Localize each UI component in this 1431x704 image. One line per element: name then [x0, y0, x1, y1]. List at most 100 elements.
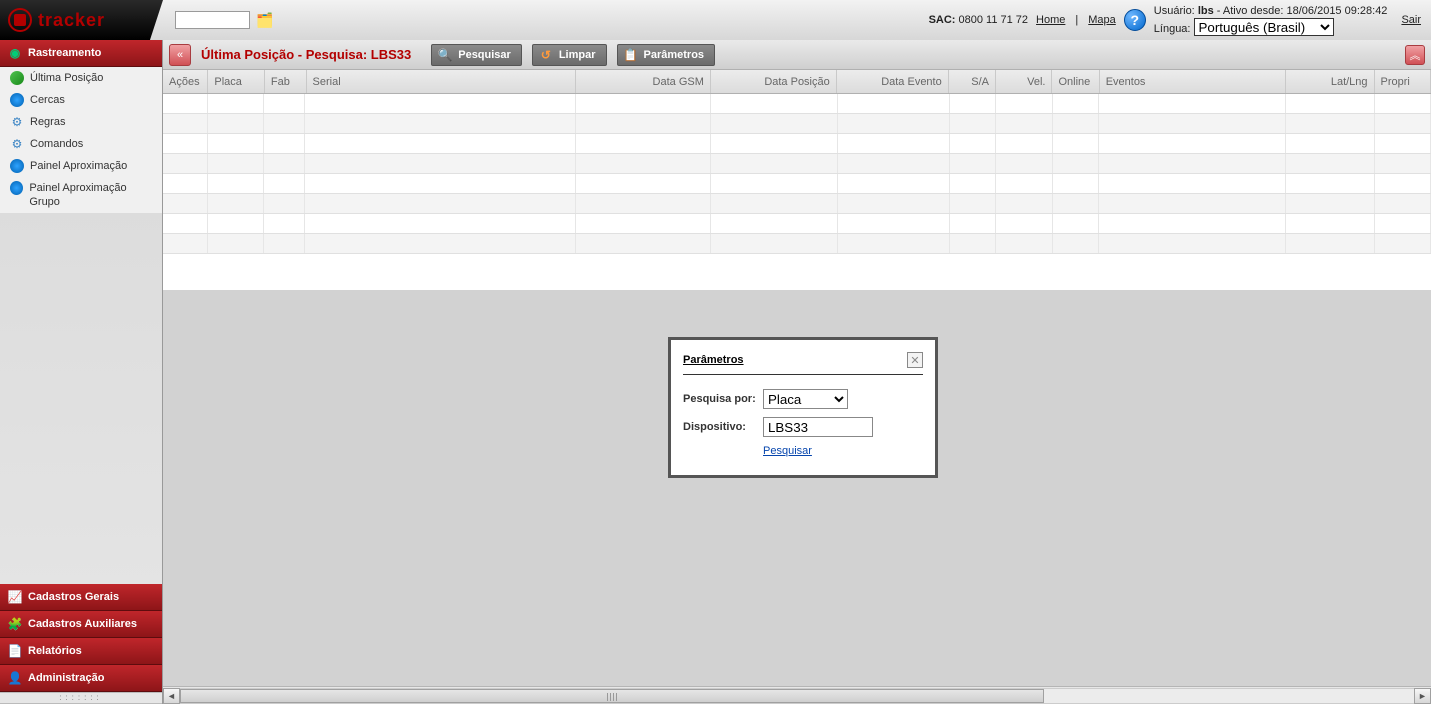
help-icon[interactable]: ? — [1124, 9, 1146, 31]
user-name: lbs — [1198, 5, 1214, 17]
sidebar-item-label: Painel Aproximação — [30, 159, 127, 173]
chart-icon: 📈 — [8, 590, 22, 604]
collapse-up-button[interactable]: ︽ — [1405, 45, 1425, 65]
grid-row — [163, 214, 1431, 234]
sidebar-item-ultima-posicao[interactable]: Última Posição — [0, 67, 162, 89]
sidebar-item-label: Painel Aproximação Grupo — [29, 181, 154, 209]
col-sa[interactable]: S/A — [949, 70, 996, 93]
sidebar-item-cercas[interactable]: Cercas — [0, 89, 162, 111]
scroll-right-button[interactable]: ► — [1414, 688, 1431, 704]
pesquisa-por-label: Pesquisa por: — [683, 393, 763, 405]
col-data-evento[interactable]: Data Evento — [837, 70, 949, 93]
sidebar-item-label: Última Posição — [30, 71, 103, 85]
button-label: Pesquisar — [458, 49, 511, 61]
sidebar-item-painel-aprox-grupo[interactable]: Painel Aproximação Grupo — [0, 177, 162, 213]
language-select[interactable]: Português (Brasil) — [1194, 18, 1334, 36]
clear-icon: ↺ — [539, 48, 553, 62]
col-acoes[interactable]: Ações — [163, 70, 208, 93]
col-online[interactable]: Online — [1052, 70, 1099, 93]
sidebar-item-painel-aprox[interactable]: Painel Aproximação — [0, 155, 162, 177]
gear-icon: ⚙ — [10, 115, 24, 129]
col-data-gsm[interactable]: Data GSM — [576, 70, 711, 93]
sidebar-cat-administracao[interactable]: 👤 Administração — [0, 665, 162, 692]
org-tree-icon[interactable]: 🗂️ — [256, 12, 272, 28]
user-since: 18/06/2015 09:28:42 — [1287, 5, 1388, 17]
user-ativo: - Ativo desde: — [1217, 5, 1284, 17]
sidebar-cat-label: Cadastros Gerais — [28, 591, 119, 603]
scroll-grip-icon — [607, 693, 617, 701]
scroll-thumb[interactable] — [180, 689, 1044, 703]
button-label: Parâmetros — [644, 49, 705, 61]
sidebar-items: Última Posição Cercas ⚙ Regras ⚙ Comando… — [0, 67, 162, 213]
sidebar-collapse-handle[interactable]: ::::::: — [0, 692, 162, 704]
col-vel[interactable]: Vel. — [996, 70, 1052, 93]
grid-row — [163, 154, 1431, 174]
brand-text: tracker — [38, 10, 105, 31]
grid: Ações Placa Fab Serial Data GSM Data Pos… — [163, 70, 1431, 290]
sidebar-item-regras[interactable]: ⚙ Regras — [0, 111, 162, 133]
globe-icon — [10, 181, 23, 195]
admin-icon: 👤 — [8, 671, 22, 685]
header-bar: tracker 🗂️ SAC: 0800 11 71 72 Home | Map… — [0, 0, 1431, 40]
dispositivo-label: Dispositivo: — [683, 421, 763, 433]
folder-icon: 🧩 — [8, 617, 22, 631]
scroll-track[interactable] — [180, 688, 1414, 704]
globe-icon — [10, 71, 24, 85]
dialog-header: Parâmetros ✕ — [683, 352, 923, 375]
content-toolbar: « Última Posição - Pesquisa: LBS33 🔍 Pes… — [163, 40, 1431, 70]
grid-row — [163, 94, 1431, 114]
report-icon: 📄 — [8, 644, 22, 658]
sidebar-cat-label: Cadastros Auxiliares — [28, 618, 137, 630]
grid-row — [163, 174, 1431, 194]
sidebar: ◉ Rastreamento Última Posição Cercas ⚙ R… — [0, 40, 163, 704]
page-title: Última Posição - Pesquisa: LBS33 — [201, 47, 411, 62]
sidebar-cat-relatorios[interactable]: 📄 Relatórios — [0, 638, 162, 665]
col-fab[interactable]: Fab — [265, 70, 307, 93]
scroll-left-button[interactable]: ◄ — [163, 688, 180, 704]
gear-icon: ⚙ — [10, 137, 24, 151]
sidebar-item-comandos[interactable]: ⚙ Comandos — [0, 133, 162, 155]
sidebar-item-label: Regras — [30, 115, 65, 129]
button-label: Limpar — [559, 49, 596, 61]
lingua-label: Língua: — [1154, 23, 1191, 35]
col-eventos[interactable]: Eventos — [1100, 70, 1286, 93]
globe-icon — [10, 93, 24, 107]
params-icon: 📋 — [624, 48, 638, 62]
sac-label: SAC: 0800 11 71 72 — [929, 14, 1028, 26]
horizontal-scrollbar[interactable]: ◄ ► — [163, 686, 1431, 704]
grid-header: Ações Placa Fab Serial Data GSM Data Pos… — [163, 70, 1431, 94]
sidebar-cat-rastreamento[interactable]: ◉ Rastreamento — [0, 40, 162, 67]
brand-logo-icon — [8, 8, 32, 32]
limpar-button[interactable]: ↺ Limpar — [532, 44, 607, 66]
sidebar-cat-label: Administração — [28, 672, 104, 684]
user-block: Usuário: lbs - Ativo desde: 18/06/2015 0… — [1154, 4, 1388, 36]
grid-row — [163, 194, 1431, 214]
col-propri[interactable]: Propri — [1375, 70, 1431, 93]
logout-link[interactable]: Sair — [1401, 14, 1421, 26]
grid-row — [163, 134, 1431, 154]
col-data-posicao[interactable]: Data Posição — [711, 70, 837, 93]
header-search-input[interactable] — [175, 11, 250, 29]
pesquisar-button[interactable]: 🔍 Pesquisar — [431, 44, 522, 66]
sidebar-cat-label: Relatórios — [28, 645, 82, 657]
dispositivo-input[interactable] — [763, 417, 873, 437]
col-serial[interactable]: Serial — [307, 70, 576, 93]
pesquisa-por-select[interactable]: Placa — [763, 389, 848, 409]
sidebar-cat-cadastros-gerais[interactable]: 📈 Cadastros Gerais — [0, 584, 162, 611]
grid-body — [163, 94, 1431, 254]
sidebar-item-label: Comandos — [30, 137, 83, 151]
collapse-left-button[interactable]: « — [169, 44, 191, 66]
home-link[interactable]: Home — [1036, 14, 1065, 26]
sidebar-cat-label: Rastreamento — [28, 47, 101, 59]
header-search: 🗂️ — [175, 11, 272, 29]
dialog-close-button[interactable]: ✕ — [907, 352, 923, 368]
dialog-title: Parâmetros — [683, 354, 744, 366]
sidebar-cat-cadastros-auxiliares[interactable]: 🧩 Cadastros Auxiliares — [0, 611, 162, 638]
parametros-button[interactable]: 📋 Parâmetros — [617, 44, 716, 66]
mapa-link[interactable]: Mapa — [1088, 14, 1116, 26]
parametros-dialog: Parâmetros ✕ Pesquisa por: Placa Disposi… — [668, 337, 938, 478]
dialog-pesquisar-link[interactable]: Pesquisar — [763, 445, 923, 457]
sidebar-item-label: Cercas — [30, 93, 65, 107]
col-placa[interactable]: Placa — [208, 70, 264, 93]
col-latlng[interactable]: Lat/Lng — [1286, 70, 1375, 93]
